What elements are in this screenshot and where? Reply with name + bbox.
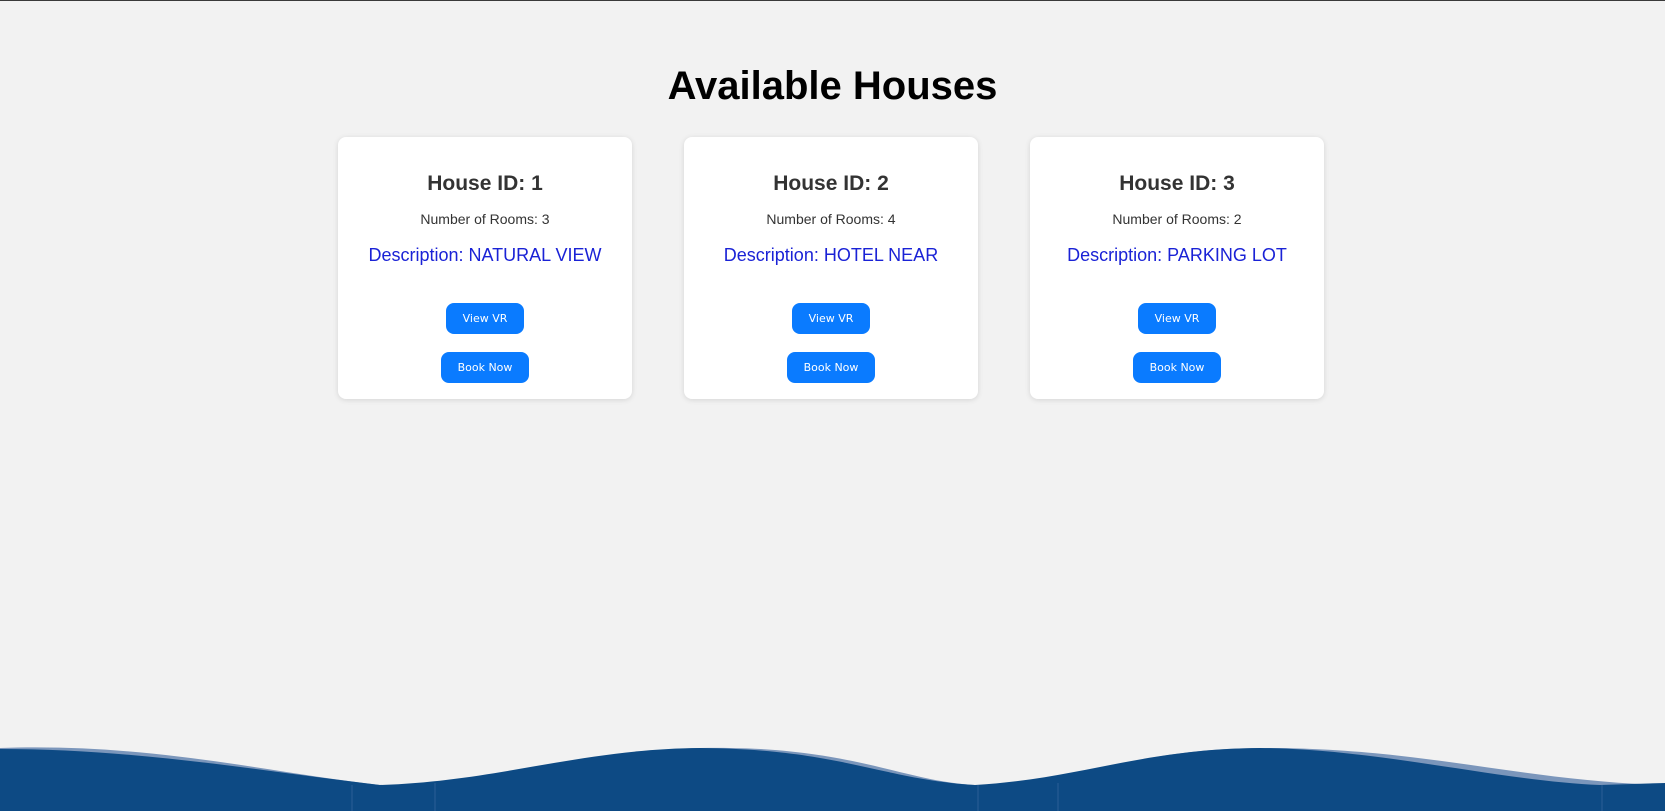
house-rooms: Number of Rooms: 2 [1112, 211, 1242, 227]
view-vr-button[interactable]: View VR [445, 303, 525, 334]
page-title: Available Houses [667, 64, 998, 108]
house-id: House ID: 2 [773, 172, 889, 195]
book-now-button[interactable]: Book Now [440, 352, 530, 383]
view-vr-button[interactable]: View VR [791, 303, 871, 334]
house-card: House ID: 3 Number of Rooms: 2 Descripti… [1030, 137, 1324, 399]
house-list: House ID: 1 Number of Rooms: 3 Descripti… [338, 137, 1324, 399]
book-now-button[interactable]: Book Now [1132, 352, 1222, 383]
house-description: Description: NATURAL VIEW [368, 245, 602, 265]
house-card: House ID: 2 Number of Rooms: 4 Descripti… [684, 137, 978, 399]
footer-wave-decoration [0, 747, 1665, 811]
book-now-button[interactable]: Book Now [786, 352, 876, 383]
view-vr-button[interactable]: View VR [1137, 303, 1217, 334]
house-description: Description: HOTEL NEAR [723, 245, 939, 265]
house-description: Description: PARKING LOT [1067, 245, 1287, 265]
house-rooms: Number of Rooms: 3 [420, 211, 550, 227]
house-id: House ID: 1 [427, 172, 543, 195]
house-rooms: Number of Rooms: 4 [766, 211, 896, 227]
house-card: House ID: 1 Number of Rooms: 3 Descripti… [338, 137, 632, 399]
house-id: House ID: 3 [1119, 172, 1235, 195]
